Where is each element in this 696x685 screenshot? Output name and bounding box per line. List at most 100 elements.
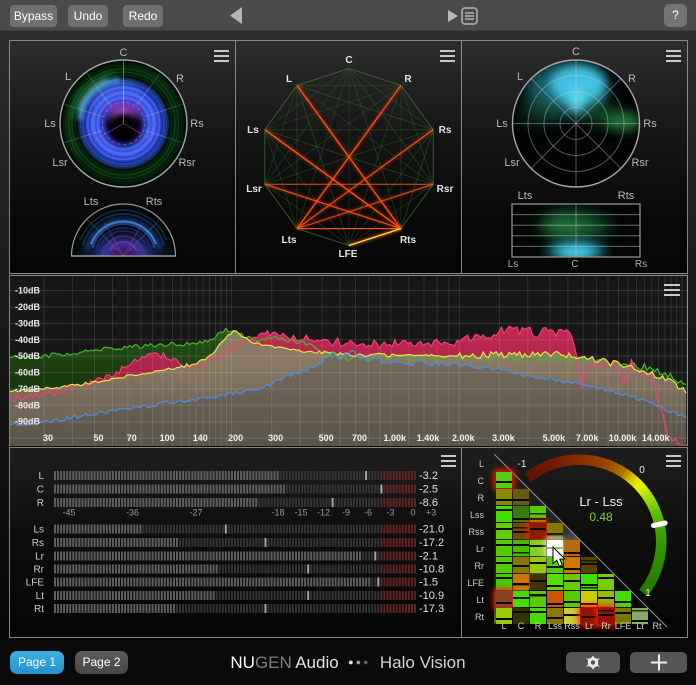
svg-text:Ls: Ls (247, 125, 259, 136)
svg-text:R: R (478, 493, 485, 503)
svg-text:Lr: Lr (476, 544, 484, 554)
svg-text:0: 0 (639, 465, 645, 476)
svg-text:C: C (572, 46, 580, 58)
svg-text:3.00k: 3.00k (492, 433, 516, 443)
svg-text:Rs: Rs (643, 118, 657, 130)
svg-text:140: 140 (193, 433, 208, 443)
svg-text:R: R (535, 621, 542, 631)
svg-text:Lts: Lts (518, 190, 533, 202)
svg-text:L: L (501, 621, 506, 631)
svg-text:0: 0 (410, 508, 415, 518)
svg-text:300: 300 (268, 433, 283, 443)
svg-text:R: R (628, 73, 636, 85)
svg-text:50: 50 (93, 433, 103, 443)
svg-text:Lsr: Lsr (504, 157, 520, 169)
svg-text:100: 100 (160, 433, 175, 443)
svg-text:1.00k: 1.00k (384, 433, 408, 443)
svg-text:L: L (286, 74, 292, 85)
svg-text:Ls: Ls (33, 525, 44, 536)
svg-text:Rsr: Rsr (631, 157, 648, 169)
svg-text:-3.2: -3.2 (419, 470, 438, 482)
svg-text:-6: -6 (364, 508, 372, 518)
svg-text:C: C (120, 47, 128, 59)
svg-text:-90dB: -90dB (15, 417, 41, 427)
svg-text:LFE: LFE (339, 249, 358, 260)
svg-text:-20dB: -20dB (15, 302, 41, 312)
svg-text:Lt: Lt (636, 621, 644, 631)
svg-text:-17.2: -17.2 (419, 537, 444, 549)
svg-text:14.00k: 14.00k (642, 433, 671, 443)
svg-text:L: L (65, 71, 71, 83)
svg-text:-10.9: -10.9 (419, 590, 444, 602)
svg-text:-36: -36 (126, 508, 139, 518)
svg-text:-17.3: -17.3 (419, 603, 444, 615)
svg-text:1: 1 (645, 588, 651, 599)
svg-text:-1.5: -1.5 (419, 577, 438, 589)
svg-text:-10dB: -10dB (15, 286, 41, 296)
svg-text:-80dB: -80dB (15, 400, 41, 410)
svg-text:-9: -9 (342, 508, 350, 518)
svg-text:Ls: Ls (508, 259, 519, 270)
svg-text:-30dB: -30dB (15, 318, 41, 328)
svg-text:L: L (479, 459, 484, 469)
svg-text:Lss: Lss (470, 510, 485, 520)
svg-text:C: C (37, 485, 44, 496)
svg-text:Rs: Rs (439, 125, 452, 136)
svg-text:Rr: Rr (475, 561, 485, 571)
svg-text:-10.8: -10.8 (419, 564, 444, 576)
svg-text:Rts: Rts (146, 196, 163, 208)
svg-text:-2.5: -2.5 (419, 484, 438, 496)
svg-text:LFE: LFE (26, 578, 45, 589)
svg-text:-40dB: -40dB (15, 335, 41, 345)
svg-text:+3: +3 (426, 508, 436, 518)
svg-text:Lts: Lts (282, 235, 297, 246)
svg-text:Rr: Rr (33, 565, 44, 576)
svg-text:Rsr: Rsr (178, 157, 195, 169)
svg-text:Rsr: Rsr (437, 184, 454, 195)
svg-text:Rts: Rts (618, 190, 635, 202)
svg-text:Lsr: Lsr (246, 184, 262, 195)
svg-text:500: 500 (319, 433, 334, 443)
svg-text:L: L (517, 71, 523, 83)
svg-text:-2.1: -2.1 (419, 551, 438, 563)
svg-text:70: 70 (127, 433, 137, 443)
svg-text:C: C (478, 476, 485, 486)
svg-text:Lsr: Lsr (52, 157, 68, 169)
svg-text:Rs: Rs (190, 118, 204, 130)
svg-text:Lt: Lt (476, 595, 484, 605)
svg-text:Ls: Ls (44, 118, 56, 130)
svg-text:Rr: Rr (601, 621, 611, 631)
svg-text:-12: -12 (317, 508, 330, 518)
svg-text:-18: -18 (271, 508, 284, 518)
svg-text:Ls: Ls (496, 118, 508, 130)
svg-text:Rs: Rs (635, 259, 647, 270)
svg-text:-70dB: -70dB (15, 384, 41, 394)
svg-text:C: C (345, 55, 352, 66)
svg-text:-3: -3 (386, 508, 394, 518)
svg-text:Lss: Lss (548, 621, 563, 631)
svg-text:-21.0: -21.0 (419, 524, 444, 536)
svg-text:Lr: Lr (585, 621, 593, 631)
svg-text:Rs: Rs (32, 538, 44, 549)
svg-text:-27: -27 (189, 508, 202, 518)
svg-text:LFE: LFE (615, 621, 632, 631)
svg-text:R: R (176, 73, 184, 85)
svg-text:Rt: Rt (653, 621, 662, 631)
svg-text:2.00k: 2.00k (452, 433, 476, 443)
svg-text:Rss: Rss (469, 527, 485, 537)
svg-text:Rt: Rt (475, 612, 484, 622)
svg-text:-1: -1 (518, 459, 527, 470)
svg-text:-45: -45 (62, 508, 75, 518)
svg-text:Lt: Lt (36, 591, 45, 602)
svg-text:5.00k: 5.00k (543, 433, 567, 443)
svg-text:R: R (37, 498, 44, 509)
svg-text:Lts: Lts (84, 196, 99, 208)
svg-text:Rts: Rts (400, 235, 417, 246)
svg-text:LFE: LFE (467, 578, 484, 588)
svg-text:0.48: 0.48 (589, 510, 613, 524)
svg-text:R: R (404, 74, 412, 85)
svg-text:-15: -15 (294, 508, 307, 518)
svg-text:10.00k: 10.00k (609, 433, 638, 443)
svg-text:Lr - Lss: Lr - Lss (579, 494, 623, 509)
svg-text:-50dB: -50dB (15, 351, 41, 361)
